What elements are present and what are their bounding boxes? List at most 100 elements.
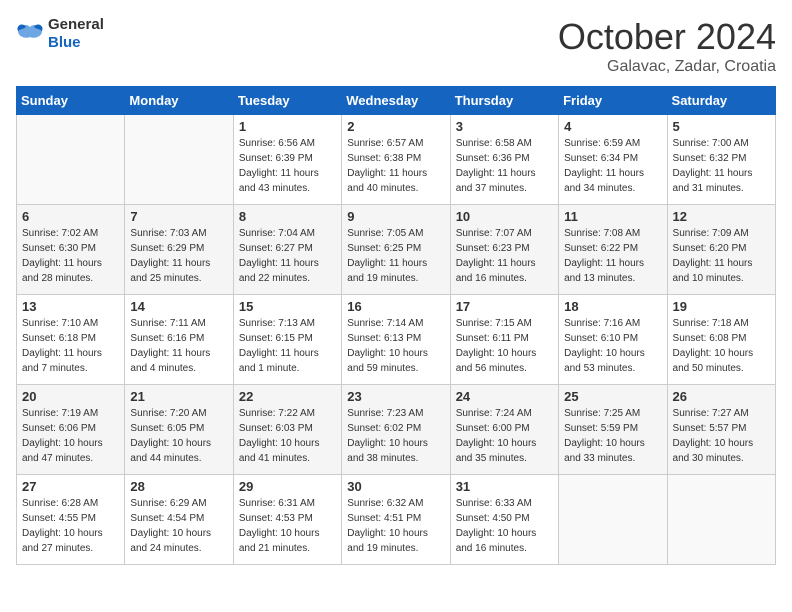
- calendar-cell: 6 Sunrise: 7:02 AMSunset: 6:30 PMDaylight…: [17, 205, 125, 295]
- day-header-tuesday: Tuesday: [233, 87, 341, 115]
- day-number: 20: [22, 389, 119, 404]
- day-info: Sunrise: 7:14 AMSunset: 6:13 PMDaylight:…: [347, 316, 444, 376]
- day-number: 9: [347, 209, 444, 224]
- day-info: Sunrise: 7:09 AMSunset: 6:20 PMDaylight:…: [673, 226, 770, 286]
- day-info: Sunrise: 7:00 AMSunset: 6:32 PMDaylight:…: [673, 136, 770, 196]
- day-info: Sunrise: 7:02 AMSunset: 6:30 PMDaylight:…: [22, 226, 119, 286]
- day-number: 14: [130, 299, 227, 314]
- calendar-cell: 13 Sunrise: 7:10 AMSunset: 6:18 PMDayligh…: [17, 295, 125, 385]
- day-info: Sunrise: 7:25 AMSunset: 5:59 PMDaylight:…: [564, 406, 661, 466]
- header-row: SundayMondayTuesdayWednesdayThursdayFrid…: [17, 87, 776, 115]
- day-number: 22: [239, 389, 336, 404]
- calendar-cell: 9 Sunrise: 7:05 AMSunset: 6:25 PMDaylight…: [342, 205, 450, 295]
- day-info: Sunrise: 6:32 AMSunset: 4:51 PMDaylight:…: [347, 496, 444, 556]
- day-info: Sunrise: 7:22 AMSunset: 6:03 PMDaylight:…: [239, 406, 336, 466]
- location-title: Galavac, Zadar, Croatia: [558, 58, 776, 76]
- calendar-cell: 4 Sunrise: 6:59 AMSunset: 6:34 PMDaylight…: [559, 115, 667, 205]
- day-info: Sunrise: 7:10 AMSunset: 6:18 PMDaylight:…: [22, 316, 119, 376]
- header: General Blue October 2024 Galavac, Zadar…: [16, 16, 776, 76]
- day-number: 2: [347, 119, 444, 134]
- calendar-cell: 10 Sunrise: 7:07 AMSunset: 6:23 PMDayligh…: [450, 205, 558, 295]
- logo-icon: [16, 23, 44, 45]
- day-info: Sunrise: 6:59 AMSunset: 6:34 PMDaylight:…: [564, 136, 661, 196]
- day-header-wednesday: Wednesday: [342, 87, 450, 115]
- calendar-cell: 1Sunrise: 6:56 AMSunset: 6:39 PMDaylight…: [233, 115, 341, 205]
- calendar-table: SundayMondayTuesdayWednesdayThursdayFrid…: [16, 86, 776, 565]
- calendar-cell: 20 Sunrise: 7:19 AMSunset: 6:06 PMDayligh…: [17, 385, 125, 475]
- day-info: Sunrise: 7:19 AMSunset: 6:06 PMDaylight:…: [22, 406, 119, 466]
- day-number: 29: [239, 479, 336, 494]
- day-info: Sunrise: 7:27 AMSunset: 5:57 PMDaylight:…: [673, 406, 770, 466]
- day-number: 17: [456, 299, 553, 314]
- day-info: Sunrise: 7:18 AMSunset: 6:08 PMDaylight:…: [673, 316, 770, 376]
- week-row-2: 6 Sunrise: 7:02 AMSunset: 6:30 PMDaylight…: [17, 205, 776, 295]
- day-number: 30: [347, 479, 444, 494]
- calendar-cell: 12 Sunrise: 7:09 AMSunset: 6:20 PMDayligh…: [667, 205, 775, 295]
- day-info: Sunrise: 7:24 AMSunset: 6:00 PMDaylight:…: [456, 406, 553, 466]
- calendar-cell: 30 Sunrise: 6:32 AMSunset: 4:51 PMDayligh…: [342, 475, 450, 565]
- day-info: Sunrise: 7:11 AMSunset: 6:16 PMDaylight:…: [130, 316, 227, 376]
- calendar-cell: 24 Sunrise: 7:24 AMSunset: 6:00 PMDayligh…: [450, 385, 558, 475]
- calendar-cell: 11 Sunrise: 7:08 AMSunset: 6:22 PMDayligh…: [559, 205, 667, 295]
- day-info: Sunrise: 7:20 AMSunset: 6:05 PMDaylight:…: [130, 406, 227, 466]
- calendar-cell: [667, 475, 775, 565]
- day-number: 21: [130, 389, 227, 404]
- calendar-cell: [17, 115, 125, 205]
- calendar-cell: 5Sunrise: 7:00 AMSunset: 6:32 PMDaylight…: [667, 115, 775, 205]
- day-info: Sunrise: 7:08 AMSunset: 6:22 PMDaylight:…: [564, 226, 661, 286]
- title-area: October 2024 Galavac, Zadar, Croatia: [558, 16, 776, 76]
- day-number: 23: [347, 389, 444, 404]
- calendar-cell: 25Sunrise: 7:25 AMSunset: 5:59 PMDayligh…: [559, 385, 667, 475]
- day-number: 28: [130, 479, 227, 494]
- calendar-cell: [559, 475, 667, 565]
- day-number: 24: [456, 389, 553, 404]
- day-number: 16: [347, 299, 444, 314]
- week-row-4: 20 Sunrise: 7:19 AMSunset: 6:06 PMDayligh…: [17, 385, 776, 475]
- calendar-cell: 28 Sunrise: 6:29 AMSunset: 4:54 PMDayligh…: [125, 475, 233, 565]
- calendar-cell: 16 Sunrise: 7:14 AMSunset: 6:13 PMDayligh…: [342, 295, 450, 385]
- day-number: 3: [456, 119, 553, 134]
- day-number: 26: [673, 389, 770, 404]
- day-info: Sunrise: 7:04 AMSunset: 6:27 PMDaylight:…: [239, 226, 336, 286]
- day-info: Sunrise: 7:15 AMSunset: 6:11 PMDaylight:…: [456, 316, 553, 376]
- day-number: 12: [673, 209, 770, 224]
- day-number: 19: [673, 299, 770, 314]
- calendar-cell: 17 Sunrise: 7:15 AMSunset: 6:11 PMDayligh…: [450, 295, 558, 385]
- calendar-cell: 27 Sunrise: 6:28 AMSunset: 4:55 PMDayligh…: [17, 475, 125, 565]
- day-info: Sunrise: 6:57 AMSunset: 6:38 PMDaylight:…: [347, 136, 444, 196]
- day-number: 31: [456, 479, 553, 494]
- day-info: Sunrise: 6:28 AMSunset: 4:55 PMDaylight:…: [22, 496, 119, 556]
- day-header-sunday: Sunday: [17, 87, 125, 115]
- day-info: Sunrise: 7:03 AMSunset: 6:29 PMDaylight:…: [130, 226, 227, 286]
- calendar-cell: 7Sunrise: 7:03 AMSunset: 6:29 PMDaylight…: [125, 205, 233, 295]
- day-number: 4: [564, 119, 661, 134]
- day-info: Sunrise: 7:23 AMSunset: 6:02 PMDaylight:…: [347, 406, 444, 466]
- calendar-cell: [125, 115, 233, 205]
- calendar-cell: 3Sunrise: 6:58 AMSunset: 6:36 PMDaylight…: [450, 115, 558, 205]
- calendar-cell: 29 Sunrise: 6:31 AMSunset: 4:53 PMDayligh…: [233, 475, 341, 565]
- month-title: October 2024: [558, 16, 776, 58]
- week-row-1: 1Sunrise: 6:56 AMSunset: 6:39 PMDaylight…: [17, 115, 776, 205]
- day-number: 13: [22, 299, 119, 314]
- logo-text: General Blue: [48, 16, 104, 52]
- day-info: Sunrise: 6:31 AMSunset: 4:53 PMDaylight:…: [239, 496, 336, 556]
- day-info: Sunrise: 6:33 AMSunset: 4:50 PMDaylight:…: [456, 496, 553, 556]
- calendar-cell: 22 Sunrise: 7:22 AMSunset: 6:03 PMDayligh…: [233, 385, 341, 475]
- calendar-cell: 19 Sunrise: 7:18 AMSunset: 6:08 PMDayligh…: [667, 295, 775, 385]
- calendar-cell: 31 Sunrise: 6:33 AMSunset: 4:50 PMDayligh…: [450, 475, 558, 565]
- day-info: Sunrise: 6:29 AMSunset: 4:54 PMDaylight:…: [130, 496, 227, 556]
- calendar-cell: 26 Sunrise: 7:27 AMSunset: 5:57 PMDayligh…: [667, 385, 775, 475]
- day-header-friday: Friday: [559, 87, 667, 115]
- day-number: 11: [564, 209, 661, 224]
- calendar-cell: 2 Sunrise: 6:57 AMSunset: 6:38 PMDaylight…: [342, 115, 450, 205]
- calendar-cell: 14 Sunrise: 7:11 AMSunset: 6:16 PMDayligh…: [125, 295, 233, 385]
- day-info: Sunrise: 7:16 AMSunset: 6:10 PMDaylight:…: [564, 316, 661, 376]
- day-number: 15: [239, 299, 336, 314]
- day-info: Sunrise: 7:13 AMSunset: 6:15 PMDaylight:…: [239, 316, 336, 376]
- day-number: 27: [22, 479, 119, 494]
- day-number: 6: [22, 209, 119, 224]
- day-info: Sunrise: 7:05 AMSunset: 6:25 PMDaylight:…: [347, 226, 444, 286]
- day-info: Sunrise: 7:07 AMSunset: 6:23 PMDaylight:…: [456, 226, 553, 286]
- day-number: 10: [456, 209, 553, 224]
- day-number: 8: [239, 209, 336, 224]
